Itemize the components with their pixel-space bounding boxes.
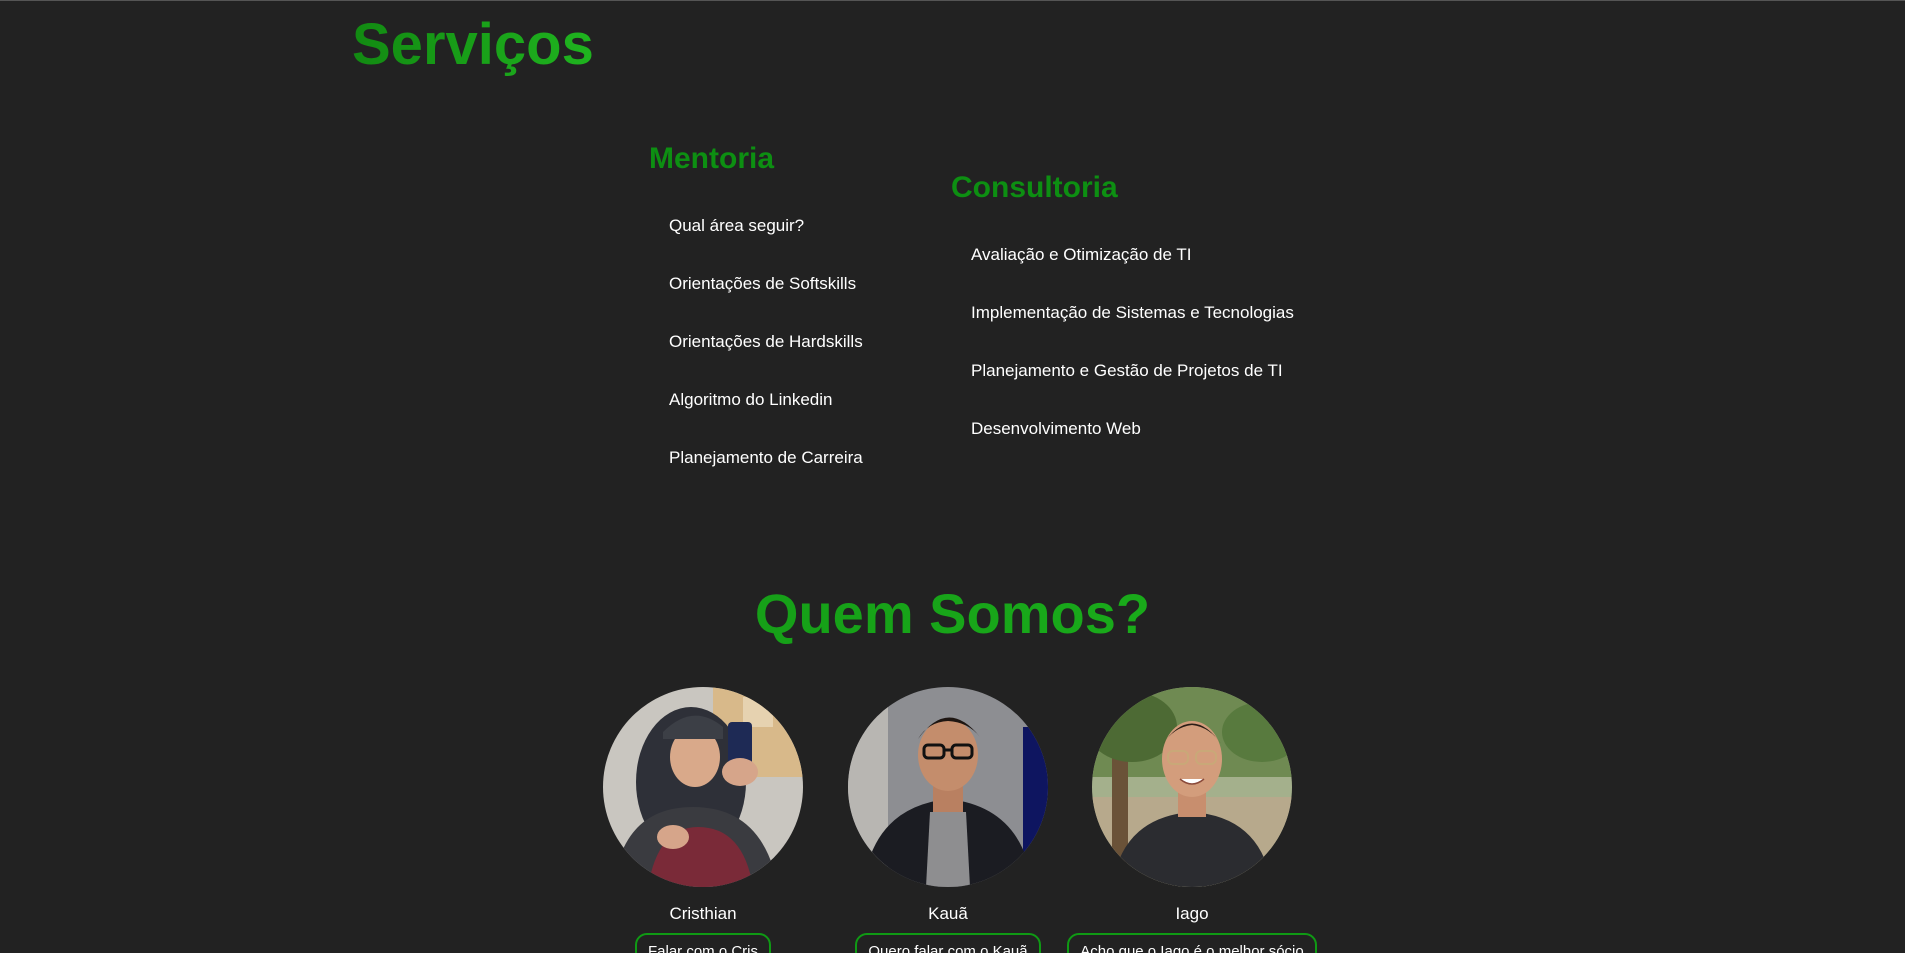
- list-item: Planejamento e Gestão de Projetos de TI: [971, 361, 1283, 380]
- list-item: Algoritmo do Linkedin: [669, 390, 833, 409]
- member-name: Kauã: [928, 904, 968, 923]
- page: Serviços Mentoria Qual área seguir? Orie…: [0, 0, 1905, 953]
- mentoria-section: Mentoria Qual área seguir? Orientações d…: [649, 142, 863, 506]
- avatar: [603, 687, 803, 887]
- member-name: Iago: [1175, 904, 1209, 923]
- about-title: Quem Somos?: [0, 581, 1905, 646]
- services-title: Serviços: [352, 12, 594, 77]
- list-item: Planejamento de Carreira: [669, 448, 863, 467]
- member-name: Cristhian: [669, 904, 737, 923]
- consultoria-section: Consultoria Avaliação e Otimização de TI…: [951, 171, 1294, 477]
- list-item: Orientações de Hardskills: [669, 332, 863, 351]
- member-card-kaua: Kauã Quero falar com o Kauã: [818, 687, 1078, 953]
- mentoria-heading: Mentoria: [649, 142, 775, 175]
- contact-cristhian-button[interactable]: Falar com o Cris: [634, 933, 772, 953]
- list-item: Qual área seguir?: [669, 216, 805, 235]
- avatar: [1092, 687, 1292, 887]
- member-card-cristhian: Cristhian Falar com o Cris: [573, 687, 833, 953]
- contact-kaua-button[interactable]: Quero falar com o Kauã: [855, 933, 1041, 953]
- consultoria-list: Avaliação e Otimização de TI Implementaç…: [951, 245, 1294, 477]
- consultoria-heading: Consultoria: [951, 171, 1118, 204]
- contact-iago-button[interactable]: Acho que o Iago é o melhor sócio: [1067, 933, 1317, 953]
- list-item: Orientações de Softskills: [669, 274, 857, 293]
- member-card-iago: Iago Acho que o Iago é o melhor sócio: [1062, 687, 1322, 953]
- list-item: Avaliação e Otimização de TI: [971, 245, 1192, 264]
- list-item: Implementação de Sistemas e Tecnologias: [971, 303, 1294, 322]
- list-item: Desenvolvimento Web: [971, 419, 1141, 438]
- avatar: [848, 687, 1048, 887]
- mentoria-list: Qual área seguir? Orientações de Softski…: [649, 216, 863, 506]
